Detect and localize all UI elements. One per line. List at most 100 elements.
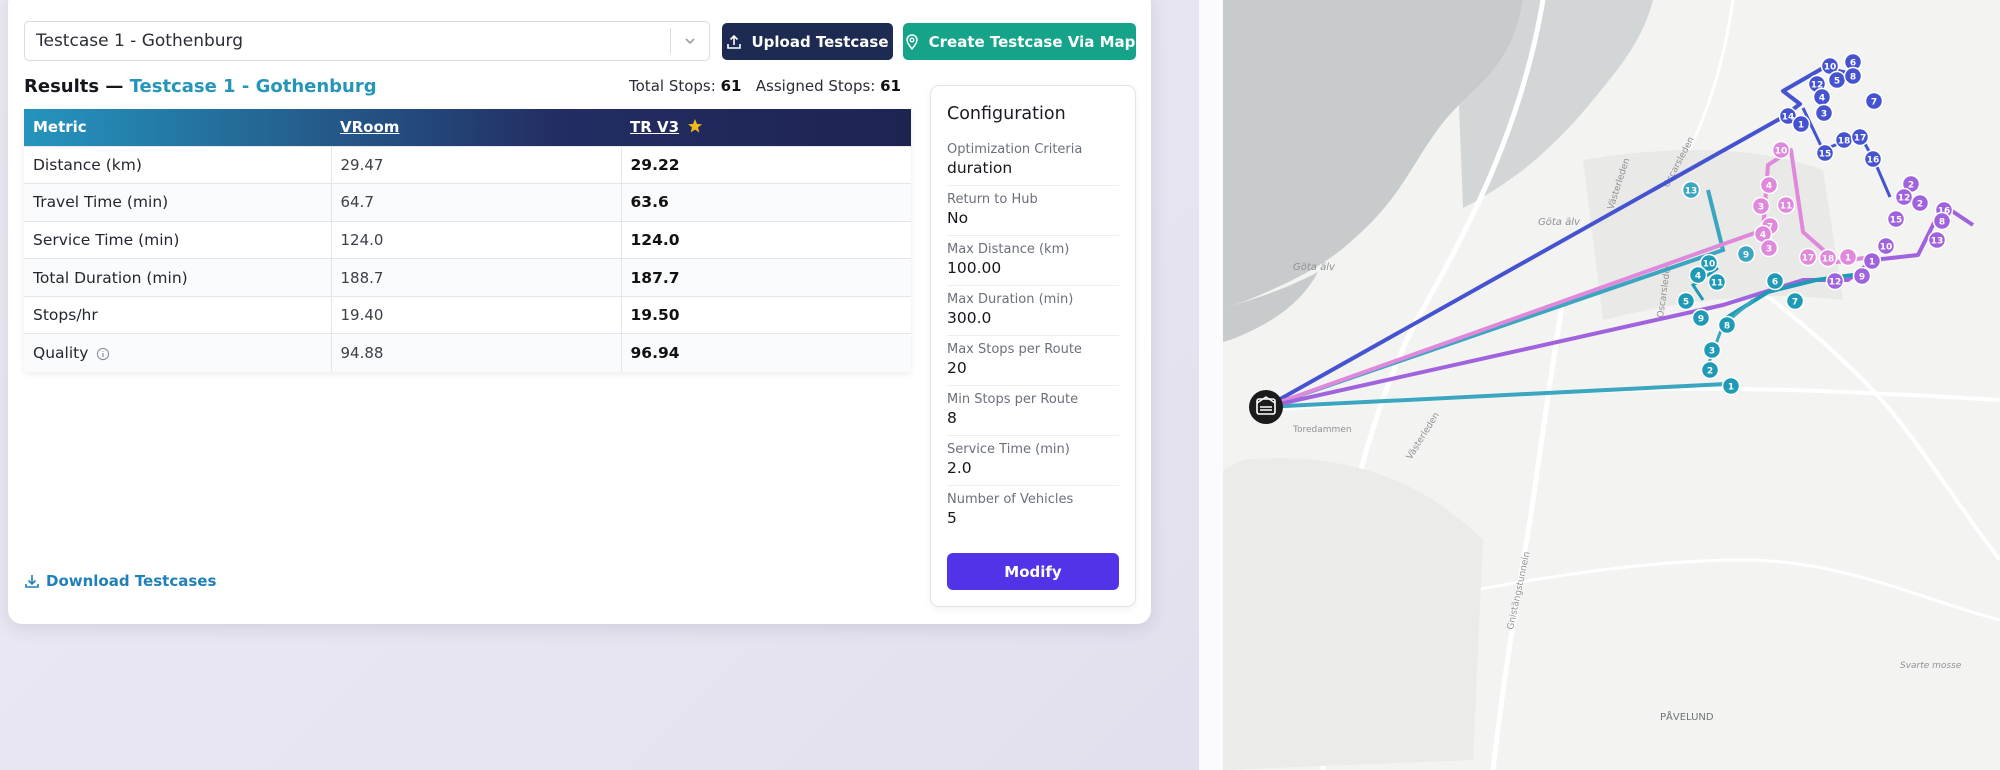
testcase-select[interactable]: Testcase 1 - Gothenburg — [24, 21, 710, 61]
route-stop-marker[interactable]: 4 — [1812, 87, 1832, 107]
route-stop-marker[interactable]: 17 — [1798, 247, 1818, 267]
route-stop-marker[interactable]: 13 — [1927, 230, 1947, 250]
depot-hub-icon[interactable] — [1249, 390, 1283, 424]
stop-number: 11 — [1780, 202, 1793, 212]
results-title: Results — Testcase 1 - Gothenburg — [24, 76, 377, 97]
route-stop-marker[interactable]: 3 — [1702, 340, 1722, 360]
config-label: Service Time (min) — [947, 442, 1070, 457]
config-label: Min Stops per Route — [947, 392, 1079, 407]
config-label: Max Duration (min) — [947, 292, 1074, 307]
route-stop-marker[interactable]: 1 — [1721, 376, 1741, 396]
route-stop-marker[interactable]: 8 — [1932, 211, 1952, 231]
stop-number: 5 — [1683, 298, 1689, 308]
trv3-value: 96.94 — [621, 333, 911, 372]
config-value: 100.00 — [947, 259, 1002, 277]
route-stop-marker[interactable]: 13 — [1681, 180, 1701, 200]
route-stop-marker[interactable]: 16 — [1863, 149, 1883, 169]
stop-number: 17 — [1854, 134, 1867, 144]
route-stop-marker[interactable]: 4 — [1759, 175, 1779, 195]
vroom-value: 64.7 — [331, 183, 622, 222]
route-stop-marker[interactable]: 5 — [1676, 291, 1696, 311]
stop-number: 2 — [1917, 200, 1923, 210]
trv3-value: 187.7 — [621, 258, 911, 297]
trv3-value: 19.50 — [621, 295, 911, 334]
district-shade — [1223, 458, 1483, 770]
route-stop-marker[interactable]: 8 — [1843, 66, 1863, 86]
download-icon — [25, 575, 39, 588]
map-label: Göta älv — [1293, 262, 1336, 273]
route-stop-marker[interactable]: 18 — [1818, 248, 1838, 268]
route-stop-marker[interactable]: 3 — [1814, 103, 1834, 123]
map-label: Svarte mosse — [1900, 661, 1962, 671]
config-label: Max Stops per Route — [947, 342, 1082, 357]
stop-number: 15 — [1819, 150, 1832, 160]
stop-number: 12 — [1829, 278, 1842, 288]
stop-number: 8 — [1939, 218, 1945, 228]
route-stop-marker[interactable]: 15 — [1815, 143, 1835, 163]
config-value: 20 — [947, 359, 967, 377]
map-pin-icon — [905, 33, 918, 50]
modify-button[interactable]: Modify — [947, 553, 1119, 590]
map-canvas[interactable]: Göta älv Göta älv Toredammen Oscarsleden… — [1223, 0, 2000, 770]
header-metric: Metric — [33, 118, 87, 137]
table-row: Stops/hr 19.40 19.50 — [24, 295, 911, 334]
route-stop-marker[interactable]: 1 — [1791, 114, 1811, 134]
route-stop-marker[interactable]: 7 — [1864, 91, 1884, 111]
route-stop-marker[interactable]: 2 — [1700, 360, 1720, 380]
create-testcase-via-map-button[interactable]: Create Testcase Via Map — [903, 23, 1136, 60]
config-label: Return to Hub — [947, 192, 1038, 207]
config-item: Service Time (min) 2.0 — [947, 436, 1119, 486]
route-stop-marker[interactable]: 7 — [1785, 291, 1805, 311]
stop-number: 4 — [1766, 182, 1772, 192]
stop-number: 1 — [1728, 383, 1734, 393]
route-stop-marker[interactable]: 10 — [1876, 236, 1896, 256]
route-stop-marker[interactable]: 12 — [1894, 187, 1914, 207]
route-stop-marker[interactable]: 17 — [1850, 127, 1870, 147]
route-stop-marker[interactable]: 3 — [1759, 238, 1779, 258]
download-testcases-link[interactable]: Download Testcases — [24, 572, 216, 590]
stop-number: 4 — [1695, 272, 1701, 282]
config-item: Return to Hub No — [947, 186, 1119, 236]
info-icon[interactable] — [96, 347, 110, 361]
upload-testcase-button[interactable]: Upload Testcase — [722, 23, 893, 60]
route-stop-marker[interactable]: 2 — [1910, 193, 1930, 213]
stop-number: 8 — [1850, 73, 1856, 83]
route-map[interactable]: Göta älv Göta älv Toredammen Oscarsleden… — [1223, 0, 2000, 770]
route-stop-marker[interactable]: 5 — [1827, 70, 1847, 90]
metric-name: Quality — [33, 344, 89, 363]
metric-name: Travel Time (min) — [24, 183, 332, 222]
route-stop-marker[interactable]: 10 — [1771, 140, 1791, 160]
route-stop-marker[interactable]: 1 — [1862, 251, 1882, 271]
chevron-down-icon[interactable] — [671, 34, 709, 48]
map-label: Göta älv — [1538, 217, 1581, 228]
route-stop-marker[interactable]: 18 — [1834, 130, 1854, 150]
metrics-table: Metric VRoom TR V3 Distance (km) 29.47 2… — [24, 109, 911, 372]
header-trv3[interactable]: TR V3 — [621, 109, 911, 146]
assigned-stops-label: Assigned Stops: — [755, 77, 876, 95]
route-stop-marker[interactable]: 11 — [1776, 195, 1796, 215]
config-item: Max Duration (min) 300.0 — [947, 286, 1119, 336]
route-stop-marker[interactable]: 11 — [1707, 272, 1727, 292]
panel-divider — [1199, 0, 1223, 770]
route-line — [1265, 382, 1727, 409]
route-stop-marker[interactable]: 15 — [1886, 209, 1906, 229]
header-vroom[interactable]: VRoom — [331, 109, 621, 146]
route-stop-marker[interactable]: 4 — [1688, 265, 1708, 285]
route-stop-marker[interactable]: 6 — [1765, 271, 1785, 291]
route-stop-marker[interactable]: 8 — [1717, 315, 1737, 335]
route-stop-marker[interactable]: 1 — [1838, 247, 1858, 267]
upload-icon — [727, 34, 742, 49]
stop-number: 13 — [1931, 237, 1944, 247]
config-value: duration — [947, 159, 1013, 177]
vroom-value: 188.7 — [331, 258, 622, 297]
route-stop-marker[interactable]: 12 — [1825, 271, 1845, 291]
map-label: Gnistängstunneln — [1506, 551, 1532, 631]
results-testcase-link[interactable]: Testcase 1 - Gothenburg — [130, 76, 377, 97]
route-stop-marker[interactable]: 9 — [1691, 308, 1711, 328]
stop-number: 3 — [1766, 245, 1772, 255]
stop-number: 10 — [1824, 63, 1837, 73]
config-item: Max Distance (km) 100.00 — [947, 236, 1119, 286]
route-stop-marker[interactable]: 9 — [1852, 266, 1872, 286]
route-stop-marker[interactable]: 9 — [1736, 244, 1756, 264]
route-stop-marker[interactable]: 3 — [1751, 196, 1771, 216]
